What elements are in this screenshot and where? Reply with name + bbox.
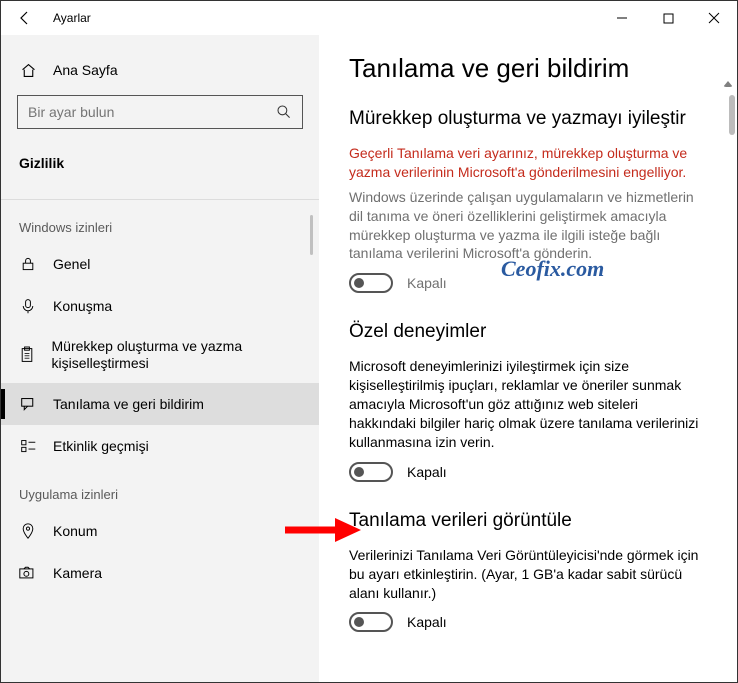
search-icon xyxy=(276,104,292,120)
scroll-up-icon[interactable] xyxy=(723,77,733,87)
back-button[interactable] xyxy=(9,2,41,34)
minimize-button[interactable] xyxy=(599,2,645,34)
maximize-button[interactable] xyxy=(645,2,691,34)
sidebar: Ana Sayfa Gizlilik Windows izinleri Gene… xyxy=(1,35,319,682)
lock-icon xyxy=(19,255,37,273)
toggle-state-label: Kapalı xyxy=(407,464,447,480)
toggle-state-label: Kapalı xyxy=(407,614,447,630)
section-heading: Mürekkep oluşturma ve yazmayı iyileştir xyxy=(349,108,707,130)
description-text: Windows üzerinde çalışan uygulamaların v… xyxy=(349,188,707,264)
sidebar-item-label: Mürekkep oluşturma ve yazma kişiselleşti… xyxy=(52,338,320,373)
sidebar-item-label: Konum xyxy=(53,523,97,539)
microphone-icon xyxy=(19,297,37,315)
sidebar-item-label: Konuşma xyxy=(53,298,112,314)
toggle-inking[interactable] xyxy=(349,273,393,293)
description-text: Microsoft deneyimlerinizi iyileştirmek i… xyxy=(349,357,707,451)
toggle-tailored-experiences[interactable] xyxy=(349,462,393,482)
main-content: Tanılama ve geri bildirim Mürekkep oluşt… xyxy=(319,35,737,682)
page-title: Tanılama ve geri bildirim xyxy=(349,53,707,84)
section-heading: Özel deneyimler xyxy=(349,321,707,343)
sidebar-item-label: Kamera xyxy=(53,565,102,581)
sidebar-item-label: Genel xyxy=(53,256,90,272)
sidebar-item-label: Etkinlik geçmişi xyxy=(53,438,149,454)
main-scrollbar[interactable] xyxy=(729,95,735,135)
location-icon xyxy=(19,522,37,540)
section-view-diagnostic-data: Tanılama verileri görüntüle Verilerinizi… xyxy=(349,510,707,633)
sidebar-section: Gizlilik xyxy=(1,141,319,185)
titlebar: Ayarlar xyxy=(1,1,737,35)
section-heading: Tanılama verileri görüntüle xyxy=(349,510,707,532)
search-input[interactable] xyxy=(28,104,276,120)
clipboard-icon xyxy=(19,346,36,364)
sidebar-item-diagnostics[interactable]: Tanılama ve geri bildirim xyxy=(1,383,319,425)
warning-text: Geçerli Tanılama veri ayarınız, mürekkep… xyxy=(349,144,707,182)
description-text: Verilerinizi Tanılama Veri Görüntüleyici… xyxy=(349,546,707,603)
sidebar-item-inking[interactable]: Mürekkep oluşturma ve yazma kişiselleşti… xyxy=(1,327,319,383)
feedback-icon xyxy=(19,395,37,413)
sidebar-group-app-permissions: Uygulama izinleri xyxy=(1,467,319,510)
home-icon xyxy=(19,61,37,79)
sidebar-group-windows-permissions: Windows izinleri xyxy=(1,200,319,243)
sidebar-item-camera[interactable]: Kamera xyxy=(1,552,319,594)
sidebar-item-label: Tanılama ve geri bildirim xyxy=(53,396,204,412)
section-inking: Mürekkep oluşturma ve yazmayı iyileştir … xyxy=(349,108,707,293)
search-box[interactable] xyxy=(17,95,303,129)
sidebar-item-activity[interactable]: Etkinlik geçmişi xyxy=(1,425,319,467)
sidebar-item-general[interactable]: Genel xyxy=(1,243,319,285)
sidebar-item-speech[interactable]: Konuşma xyxy=(1,285,319,327)
toggle-state-label: Kapalı xyxy=(407,275,447,291)
close-button[interactable] xyxy=(691,2,737,34)
sidebar-scrollbar[interactable] xyxy=(310,215,313,255)
sidebar-item-location[interactable]: Konum xyxy=(1,510,319,552)
sidebar-item-home[interactable]: Ana Sayfa xyxy=(1,51,319,89)
toggle-view-diagnostic[interactable] xyxy=(349,612,393,632)
camera-icon xyxy=(19,564,37,582)
section-tailored-experiences: Özel deneyimler Microsoft deneyimleriniz… xyxy=(349,321,707,481)
app-title: Ayarlar xyxy=(53,11,91,25)
sidebar-item-label: Ana Sayfa xyxy=(53,62,118,78)
activity-icon xyxy=(19,437,37,455)
